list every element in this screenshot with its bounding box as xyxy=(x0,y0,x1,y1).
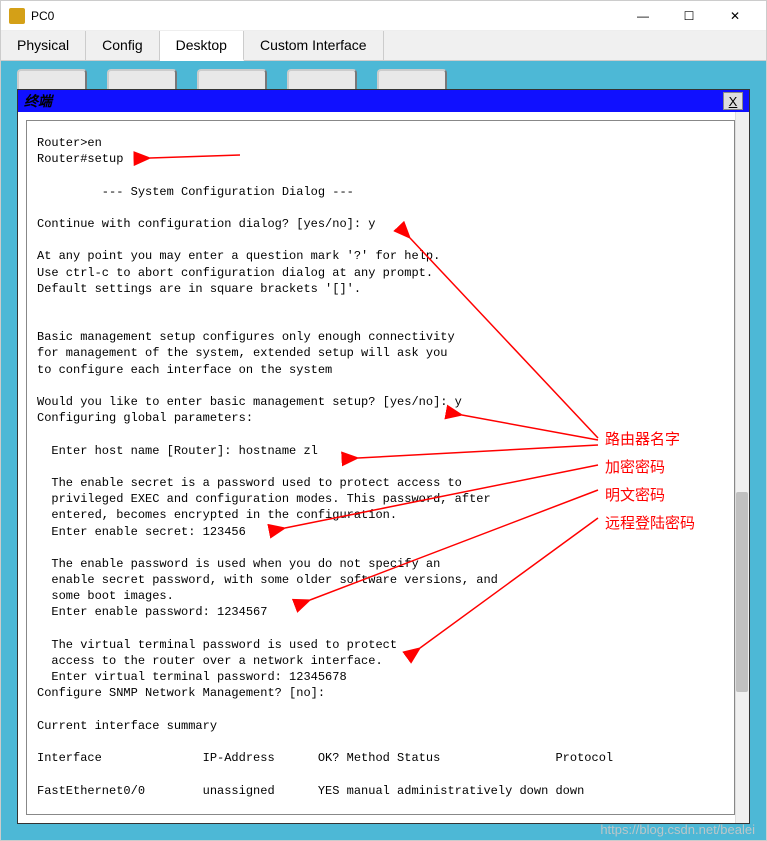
minimize-button[interactable]: — xyxy=(620,1,666,31)
terminal-body: Router>en Router#setup --- System Config… xyxy=(18,112,749,823)
terminal-window: 终端 X Router>en Router#setup --- System C… xyxy=(17,89,750,824)
tab-desktop[interactable]: Desktop xyxy=(160,31,244,61)
window-title: PC0 xyxy=(31,9,620,23)
desktop-area: 终端 X Router>en Router#setup --- System C… xyxy=(1,61,766,840)
terminal-close-button[interactable]: X xyxy=(723,92,743,110)
tab-bar: Physical Config Desktop Custom Interface xyxy=(1,31,766,61)
watermark: https://blog.csdn.net/bealei xyxy=(600,822,755,837)
tab-custom-interface[interactable]: Custom Interface xyxy=(244,31,384,60)
desktop-app-icon[interactable] xyxy=(197,69,267,89)
app-icon xyxy=(9,8,25,24)
terminal-titlebar: 终端 X xyxy=(18,90,749,112)
tab-config[interactable]: Config xyxy=(86,31,159,60)
window-controls: — ☐ ✕ xyxy=(620,1,758,31)
app-window: PC0 — ☐ ✕ Physical Config Desktop Custom… xyxy=(0,0,767,841)
scrollbar-thumb[interactable] xyxy=(736,492,748,692)
desktop-app-icon[interactable] xyxy=(287,69,357,89)
close-button[interactable]: ✕ xyxy=(712,1,758,31)
desktop-app-icon[interactable] xyxy=(107,69,177,89)
terminal-text[interactable]: Router>en Router#setup --- System Config… xyxy=(26,120,735,815)
desktop-icons-row xyxy=(7,67,760,89)
tab-physical[interactable]: Physical xyxy=(1,31,86,60)
titlebar: PC0 — ☐ ✕ xyxy=(1,1,766,31)
desktop-app-icon[interactable] xyxy=(17,69,87,89)
desktop-app-icon[interactable] xyxy=(377,69,447,89)
scrollbar-track[interactable] xyxy=(735,112,749,823)
maximize-button[interactable]: ☐ xyxy=(666,1,712,31)
terminal-title: 终端 xyxy=(24,91,723,111)
